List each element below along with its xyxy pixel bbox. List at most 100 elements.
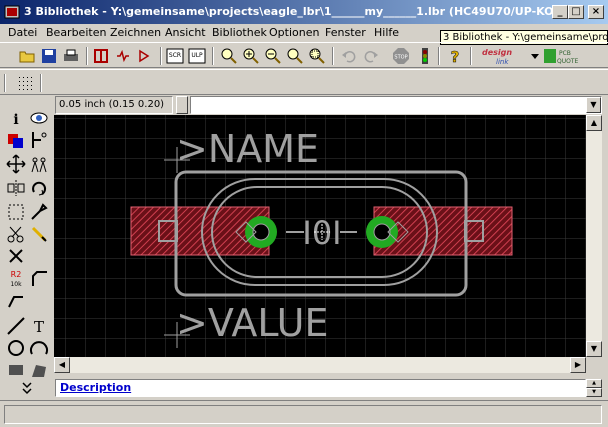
name-label[interactable]: >NAME: [176, 127, 319, 171]
coordinate-display: 0.05 inch (0.15 0.20): [55, 96, 173, 114]
description-scroll-up[interactable]: ▲: [586, 379, 602, 388]
description-panel: Description: [55, 379, 586, 397]
title-bar: 3 Bibliothek - Y:\gemeinsame\projects\ea…: [0, 0, 608, 24]
zoom-out-icon[interactable]: [264, 47, 282, 65]
text-tool-icon[interactable]: T: [29, 316, 49, 336]
group-icon[interactable]: [6, 202, 26, 222]
move-icon[interactable]: [6, 154, 26, 174]
zoom-redraw-icon[interactable]: [286, 47, 304, 65]
vertical-scrollbar[interactable]: ▲ ▼: [586, 115, 602, 357]
miter-icon[interactable]: [29, 268, 49, 288]
value-tool-label: 10k: [10, 281, 22, 288]
toolbar-grip: [4, 74, 6, 92]
drawing-canvas[interactable]: I0I >NAME >VALUE: [54, 115, 586, 357]
svg-text:?: ?: [451, 48, 460, 65]
design-link-label-2: link: [496, 58, 509, 66]
mirror-icon[interactable]: [6, 178, 26, 198]
rect-icon[interactable]: [6, 360, 26, 380]
undo-icon[interactable]: [340, 47, 358, 65]
scroll-right-button[interactable]: ▶: [570, 357, 586, 373]
stop-icon[interactable]: STOP: [392, 47, 410, 65]
info-icon[interactable]: i: [6, 108, 26, 128]
value-label[interactable]: >VALUE: [176, 301, 329, 345]
toolbar-separator: [438, 47, 440, 65]
schematic-icon[interactable]: [114, 47, 132, 65]
status-bar: [0, 400, 608, 427]
print-icon[interactable]: [62, 47, 80, 65]
command-history-button[interactable]: [176, 96, 188, 114]
toolbar-separator: [332, 47, 334, 65]
menu-zeichnen[interactable]: Zeichnen: [110, 26, 161, 39]
description-scroll-down[interactable]: ▼: [586, 388, 602, 397]
design-link-dropdown-icon[interactable]: [529, 50, 541, 62]
arc-icon[interactable]: [29, 338, 49, 358]
main-toolbar: SCR ULP STOP ? design link PCB QUOTE: [0, 42, 608, 68]
help-icon[interactable]: ?: [446, 47, 464, 65]
toolbar-separator: [212, 47, 214, 65]
status-text: [4, 405, 602, 424]
ulp-icon[interactable]: ULP: [188, 47, 206, 65]
board-icon[interactable]: [92, 47, 110, 65]
scroll-corner: [586, 357, 602, 373]
delete-icon[interactable]: [6, 246, 26, 266]
toolbar-separator: [40, 74, 42, 92]
menu-ansicht[interactable]: Ansicht: [165, 26, 206, 39]
split-icon[interactable]: [6, 290, 26, 310]
eagle-app-icon: [4, 5, 20, 19]
maximize-button[interactable]: □: [568, 5, 584, 19]
toolbar-separator: [160, 47, 162, 65]
close-button[interactable]: ×: [588, 5, 604, 19]
copy-icon[interactable]: [29, 154, 49, 174]
go-icon[interactable]: [416, 47, 434, 65]
redo-icon[interactable]: [362, 47, 380, 65]
toolbar-separator: [86, 47, 88, 65]
wire-icon[interactable]: [6, 316, 26, 336]
design-link-label-1: design: [482, 48, 512, 57]
minimize-button[interactable]: _: [552, 5, 568, 19]
zoom-select-icon[interactable]: [308, 47, 326, 65]
name-icon[interactable]: R2 10k: [6, 268, 26, 288]
scroll-up-button[interactable]: ▲: [586, 115, 602, 131]
menu-bearbeiten[interactable]: Bearbeiten: [46, 26, 106, 39]
zoom-in-icon[interactable]: [242, 47, 260, 65]
menu-hilfe[interactable]: Hilfe: [374, 26, 399, 39]
save-icon[interactable]: [40, 47, 58, 65]
description-scrollbar[interactable]: ▲ ▼: [586, 379, 602, 397]
script-icon[interactable]: SCR: [166, 47, 184, 65]
name-tool-label: R2: [11, 270, 22, 279]
pcb-quote-icon[interactable]: PCB QUOTE: [543, 46, 583, 66]
scroll-left-button[interactable]: ◀: [54, 357, 70, 373]
symbol-icon[interactable]: [136, 47, 154, 65]
menu-fenster[interactable]: Fenster: [325, 26, 366, 39]
grid-icon[interactable]: [16, 74, 34, 92]
script-label: SCR: [169, 52, 181, 59]
menu-datei[interactable]: Datei: [8, 26, 37, 39]
paste-icon[interactable]: [29, 224, 49, 244]
pcb-quote-label-1: PCB: [559, 50, 571, 57]
change-icon[interactable]: [29, 202, 49, 222]
scroll-down-button[interactable]: ▼: [586, 341, 602, 357]
zoom-fit-icon[interactable]: [220, 47, 238, 65]
tool-palette: i R2 10k T: [0, 96, 54, 400]
show-eye-icon[interactable]: [29, 108, 49, 128]
package-editor-view: I0I >NAME >VALUE: [54, 115, 586, 357]
mark-icon[interactable]: [29, 130, 49, 150]
horizontal-scrollbar[interactable]: ◀ ▶: [54, 357, 586, 373]
text-tool-label: T: [34, 318, 44, 336]
cut-icon[interactable]: [6, 224, 26, 244]
stop-label: STOP: [394, 55, 407, 61]
display-layers-icon[interactable]: [6, 130, 26, 150]
command-line-input[interactable]: ▼: [190, 96, 602, 114]
description-link[interactable]: Description: [60, 381, 131, 394]
polygon-icon[interactable]: [29, 360, 49, 380]
toolbar-separator: [470, 47, 472, 65]
rotate-icon[interactable]: [29, 178, 49, 198]
open-icon[interactable]: [18, 47, 36, 65]
pcb-quote-label-2: QUOTE: [557, 58, 579, 65]
menu-optionen[interactable]: Optionen: [269, 26, 319, 39]
circle-icon[interactable]: [6, 338, 26, 358]
more-tools-icon[interactable]: [18, 380, 36, 396]
command-dropdown-button[interactable]: ▼: [586, 97, 601, 113]
design-link-icon[interactable]: design link: [480, 46, 528, 66]
menu-bibliothek[interactable]: Bibliothek: [212, 26, 267, 39]
